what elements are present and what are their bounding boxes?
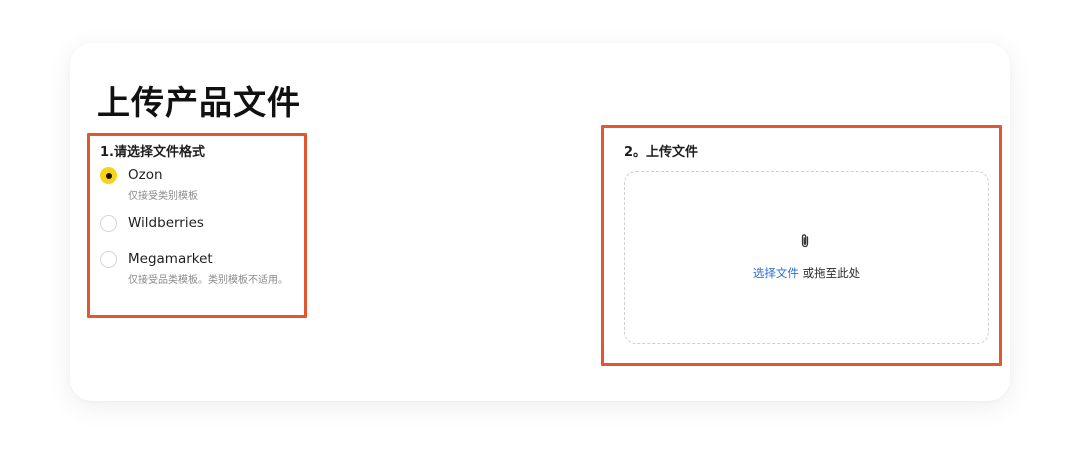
format-option-label: Megamarket (128, 251, 213, 267)
upload-section-label: 2。上传文件 (624, 145, 699, 160)
format-section-label: 1.请选择文件格式 (100, 145, 205, 160)
format-option-label: Ozon (128, 167, 163, 183)
choose-file-link[interactable]: 选择文件 (753, 266, 799, 280)
format-option-hint: 仅接受品类模板。类别模板不适用。 (128, 275, 288, 286)
dropzone-text: 选择文件 或拖至此处 (624, 265, 989, 281)
page-title: 上传产品文件 (97, 83, 301, 122)
drag-here-text: 或拖至此处 (798, 266, 861, 280)
radio-megamarket[interactable] (100, 251, 117, 268)
format-option-label: Wildberries (128, 215, 204, 231)
radio-wildberries[interactable] (100, 215, 117, 232)
paperclip-icon (801, 234, 809, 248)
file-dropzone[interactable] (624, 171, 989, 344)
format-option-hint: 仅接受类别模板 (128, 191, 198, 202)
radio-ozon[interactable] (100, 167, 117, 184)
